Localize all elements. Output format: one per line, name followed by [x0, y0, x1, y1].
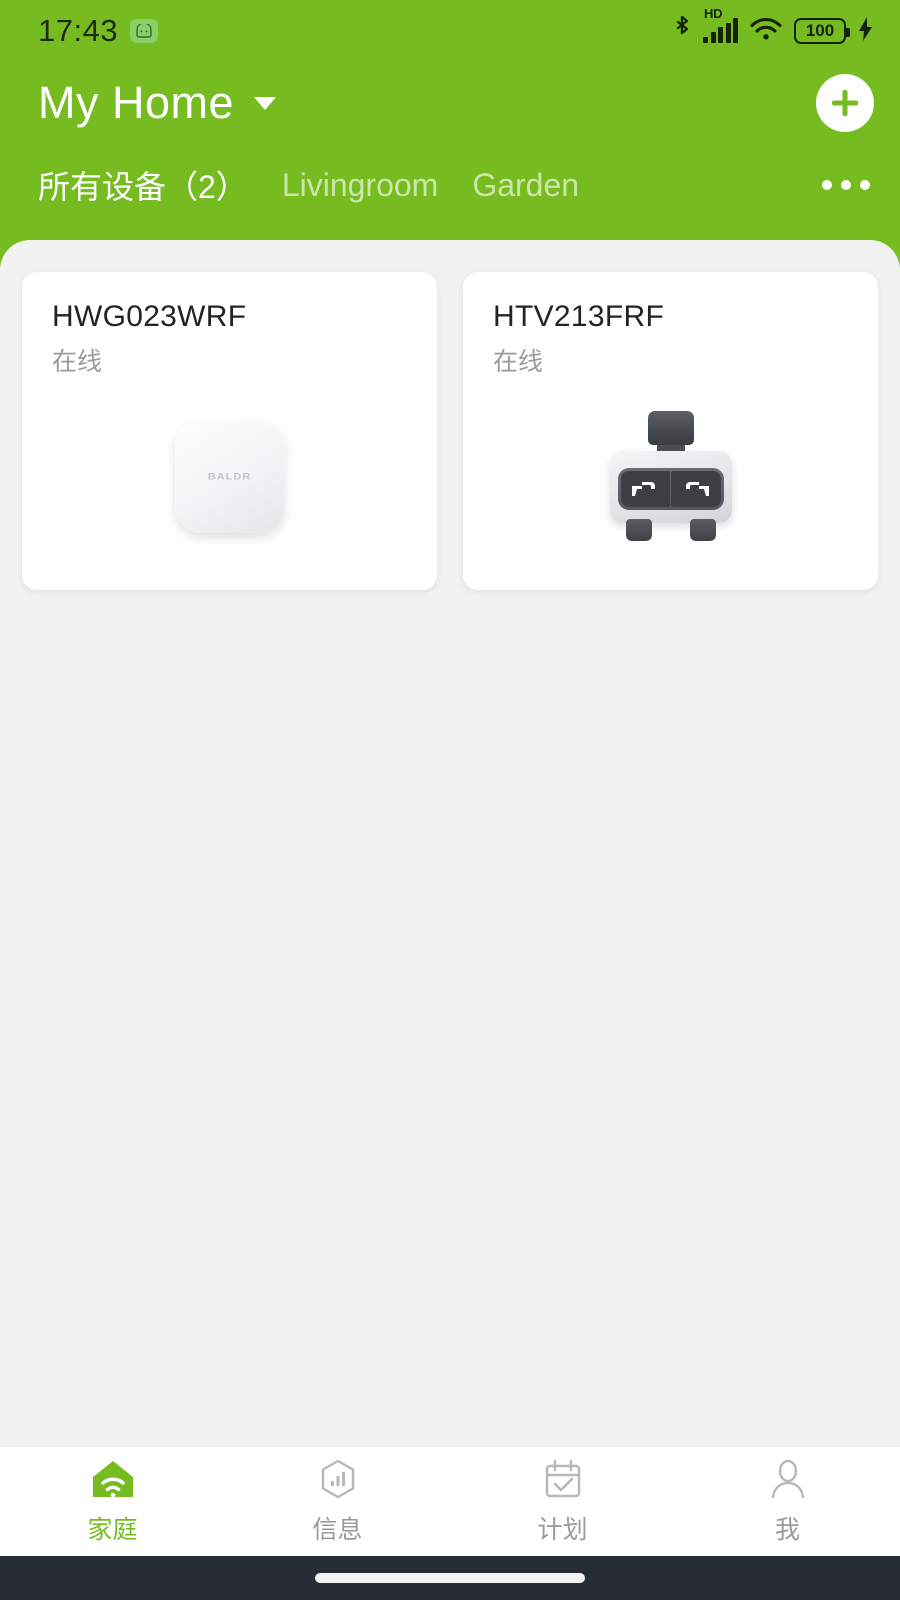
- device-card[interactable]: HTV213FRF 在线: [463, 272, 878, 590]
- info-chart-icon: [316, 1457, 360, 1501]
- nav-item-profile[interactable]: 我: [675, 1457, 900, 1546]
- android-face-icon: [130, 19, 159, 43]
- signal-bars-icon: HD: [703, 6, 738, 43]
- device-image: BALDR: [52, 378, 437, 590]
- device-name: HWG023WRF: [52, 300, 247, 333]
- page-title[interactable]: My Home: [38, 77, 234, 129]
- valve-inlet-cap: [647, 411, 694, 445]
- tab-livingroom[interactable]: Livingroom: [282, 167, 439, 204]
- tab-all-devices[interactable]: 所有设备（2）: [38, 162, 248, 208]
- bottom-navigation: 家庭 信息 计划 我: [0, 1446, 900, 1556]
- status-bar-clock: 17:43: [38, 13, 119, 48]
- valve-outlet-right: [689, 519, 716, 541]
- add-device-button[interactable]: [816, 74, 874, 132]
- system-gesture-bar: [0, 1556, 900, 1600]
- device-image: [493, 378, 878, 590]
- faucet-right-icon: [671, 471, 721, 507]
- chevron-down-icon[interactable]: [254, 96, 277, 110]
- nav-label-profile: 我: [774, 1516, 800, 1544]
- valve-outlet-left: [625, 519, 652, 541]
- nav-item-info[interactable]: 信息: [225, 1457, 450, 1546]
- bluetooth-icon: [672, 14, 692, 49]
- battery-level-text: 100: [805, 21, 835, 40]
- tab-garden[interactable]: Garden: [472, 167, 579, 204]
- gateway-hub-icon: BALDR: [174, 421, 285, 533]
- home-indicator[interactable]: [315, 1573, 585, 1583]
- device-card[interactable]: HWG023WRF 在线 BALDR: [22, 272, 437, 590]
- faucet-left-icon: [620, 471, 670, 507]
- water-valve-timer-icon: [602, 411, 740, 543]
- device-status: 在线: [52, 348, 103, 376]
- device-list-panel: HWG023WRF 在线 BALDR HTV213FRF 在线: [0, 240, 900, 1446]
- device-status: 在线: [493, 348, 544, 376]
- wifi-icon: [749, 16, 783, 47]
- status-bar-icons: HD 100: [672, 6, 874, 49]
- status-bar: 17:43 HD 100: [0, 0, 900, 62]
- battery-indicator: 100: [794, 18, 850, 44]
- charging-bolt-icon: [857, 16, 874, 47]
- nav-label-plan: 计划: [537, 1516, 588, 1544]
- nav-label-info: 信息: [312, 1516, 363, 1544]
- user-profile-icon: [766, 1457, 810, 1501]
- valve-button-panel: [617, 468, 724, 510]
- device-brand-logo: BALDR: [207, 471, 252, 483]
- app-root: 17:43 HD 100 My Home 所有设备（2） Livingroom …: [0, 0, 900, 1600]
- calendar-check-icon: [541, 1457, 585, 1501]
- nav-item-plan[interactable]: 计划: [450, 1457, 675, 1546]
- device-name: HTV213FRF: [493, 300, 665, 333]
- hd-label: HD: [704, 6, 723, 21]
- nav-label-home: 家庭: [87, 1516, 138, 1544]
- more-horizontal-icon[interactable]: [818, 170, 874, 200]
- room-tabs: 所有设备（2） Livingroom Garden: [0, 132, 900, 208]
- device-grid: HWG023WRF 在线 BALDR HTV213FRF 在线: [22, 272, 878, 590]
- nav-item-home[interactable]: 家庭: [0, 1457, 225, 1546]
- app-header: My Home: [0, 62, 900, 132]
- home-wifi-icon: [89, 1457, 137, 1501]
